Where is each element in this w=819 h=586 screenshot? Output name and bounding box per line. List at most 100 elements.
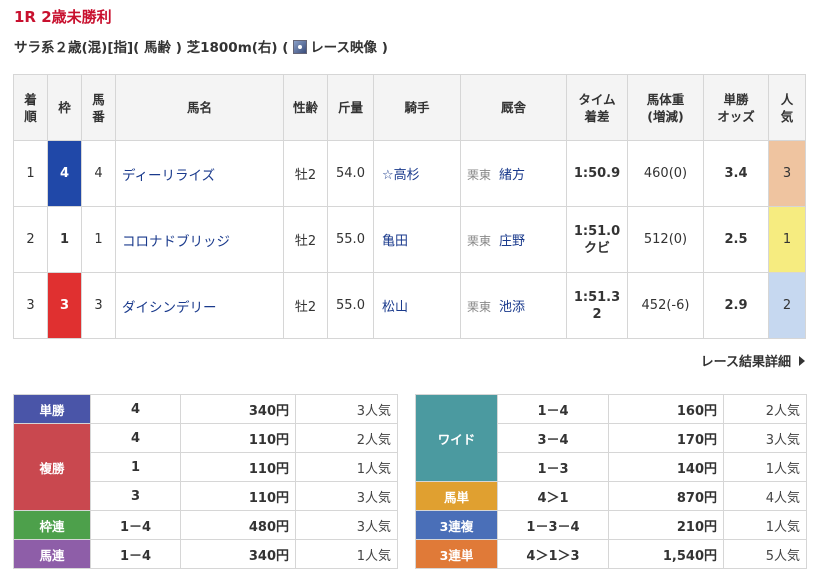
- odds-cell: 2.5: [703, 206, 769, 273]
- jockey-cell: 松山: [373, 272, 461, 339]
- odds-cell: 3.4: [703, 140, 769, 207]
- jockey-link[interactable]: 松山: [382, 300, 408, 315]
- result-row: 2 1 1 コロナドブリッジ 牡2 55.0 亀田 栗東 庄野 1:51.0 クビ 512(0) 2.5…: [13, 206, 806, 273]
- umaban-cell: 4: [81, 140, 116, 207]
- payout-popularity: 3人気: [295, 394, 398, 424]
- payout-amount: 110円: [180, 481, 296, 511]
- payout-row: 単勝 4 340円 3人気: [13, 394, 398, 424]
- result-table: 着順枠馬番馬名 性齢 斤量 騎手 厩舎 タイム 着差 馬体重 (増減) 単勝 オッズ人気 1 4 4 ディ…: [13, 74, 806, 339]
- weight-cell: 55.0: [327, 272, 374, 339]
- bet-type-label: 枠連: [13, 510, 91, 540]
- payout-amount: 160円: [608, 394, 724, 424]
- popularity-badge: 3: [769, 141, 805, 206]
- trainer-link[interactable]: 緒方: [499, 168, 525, 183]
- umaban-cell: 1: [81, 206, 116, 273]
- waku-badge: 4: [48, 141, 81, 206]
- payout-popularity: 1人気: [723, 452, 807, 482]
- payout-amount: 140円: [608, 452, 724, 482]
- result-header-cell: 着順: [13, 74, 48, 141]
- payout-combination: 1－4: [497, 394, 609, 424]
- horse-name-link[interactable]: コロナドブリッジ: [122, 234, 230, 250]
- body-weight-cell: 460(0): [627, 140, 704, 207]
- sex-age-cell: 牡2: [283, 140, 328, 207]
- result-header-cell: 馬体重 (増減): [627, 74, 704, 141]
- payout-popularity: 1人気: [295, 452, 398, 482]
- trainer-cell: 栗東 緒方: [460, 140, 567, 207]
- race-result-detail-link[interactable]: レース結果詳細: [701, 351, 805, 370]
- payout-amount: 1,540円: [608, 539, 724, 569]
- payout-combination: 4: [90, 394, 181, 424]
- payout-popularity: 3人気: [295, 510, 398, 540]
- result-header-cell: 厩舎: [460, 74, 567, 141]
- horse-name-cell: ディーリライズ: [115, 140, 284, 207]
- arrow-right-icon: [799, 356, 805, 366]
- result-header-cell: 単勝 オッズ: [703, 74, 769, 141]
- bet-type-label: 単勝: [13, 394, 91, 424]
- result-header-cell: 性齢: [283, 74, 328, 141]
- payout-combination: 3－4: [497, 423, 609, 453]
- sex-age-cell: 牡2: [283, 206, 328, 273]
- payout-amount: 340円: [180, 539, 296, 569]
- result-header-cell: 枠: [47, 74, 82, 141]
- payout-amount: 340円: [180, 394, 296, 424]
- popularity-badge: 2: [769, 273, 805, 338]
- race-info: サラ系２歳(混)[指]( 馬齢 ) 芝1800m(右) ( レース映像 ): [14, 36, 388, 56]
- result-header-cell: 馬番: [81, 74, 116, 141]
- trainer-link[interactable]: 庄野: [499, 234, 525, 249]
- result-header-cell: 騎手: [373, 74, 461, 141]
- jockey-link[interactable]: ☆高杉: [382, 168, 420, 183]
- rank-cell: 3: [13, 272, 48, 339]
- payout-row: 3連単 4＞1＞3 1,540円 5人気: [415, 539, 807, 569]
- horse-name-link[interactable]: ダイシンデリー: [122, 300, 217, 316]
- payout-table-left: 単勝 4 340円 3人気 複勝 4 110円 2人気 1 110円 1人気 3 110円 3人気 枠連 1－…: [13, 394, 398, 569]
- time-cell: 1:51.0 クビ: [566, 206, 628, 273]
- payout-amount: 170円: [608, 423, 724, 453]
- payout-combination: 1－3: [497, 452, 609, 482]
- payout-amount: 110円: [180, 423, 296, 453]
- payout-popularity: 2人気: [723, 394, 807, 424]
- result-header-cell: 人気: [768, 74, 806, 141]
- race-info-close: ): [381, 40, 388, 56]
- result-header-cell: タイム 着差: [566, 74, 628, 141]
- trainer-area: 栗東: [467, 234, 492, 248]
- payout-amount: 110円: [180, 452, 296, 482]
- payout-combination: 4＞1: [497, 481, 609, 511]
- payout-amount: 480円: [180, 510, 296, 540]
- jockey-cell: ☆高杉: [373, 140, 461, 207]
- payout-row: 3連複 1－3－4 210円 1人気: [415, 510, 807, 540]
- payout-table-right: ワイド 1－4 160円 2人気 3－4 170円 3人気 1－3 140円 1人気 馬単 4＞1 87…: [415, 394, 807, 569]
- payout-popularity: 3人気: [723, 423, 807, 453]
- payout-popularity: 2人気: [295, 423, 398, 453]
- horse-name-link[interactable]: ディーリライズ: [122, 168, 215, 184]
- payout-combination: 4＞1＞3: [497, 539, 609, 569]
- payout-combination: 1－3－4: [497, 510, 609, 540]
- race-result-detail-label: レース結果詳細: [700, 355, 791, 370]
- rank-cell: 1: [13, 140, 48, 207]
- waku-cell: 3: [47, 272, 82, 339]
- payout-amount: 210円: [608, 510, 724, 540]
- body-weight-cell: 512(0): [627, 206, 704, 273]
- bet-type-label: 馬単: [415, 481, 498, 511]
- horse-name-cell: コロナドブリッジ: [115, 206, 284, 273]
- payout-row: 複勝 4 110円 2人気: [13, 423, 398, 511]
- weight-cell: 55.0: [327, 206, 374, 273]
- popularity-cell: 2: [768, 272, 806, 339]
- waku-cell: 4: [47, 140, 82, 207]
- payout-row: 枠連 1－4 480円 3人気: [13, 510, 398, 540]
- payout-popularity: 1人気: [723, 510, 807, 540]
- result-header-cell: 斤量: [327, 74, 374, 141]
- waku-badge: 1: [48, 207, 81, 272]
- bet-type-label: 3連複: [415, 510, 498, 540]
- payout-popularity: 3人気: [295, 481, 398, 511]
- video-icon: [293, 40, 308, 54]
- odds-cell: 2.9: [703, 272, 769, 339]
- trainer-link[interactable]: 池添: [499, 300, 525, 315]
- sex-age-cell: 牡2: [283, 272, 328, 339]
- jockey-link[interactable]: 亀田: [382, 234, 408, 249]
- payout-combination: 3: [90, 481, 181, 511]
- popularity-cell: 3: [768, 140, 806, 207]
- payout-combination: 4: [90, 423, 181, 453]
- trainer-area: 栗東: [467, 168, 492, 182]
- trainer-cell: 栗東 庄野: [460, 206, 567, 273]
- race-video-link[interactable]: レース映像: [293, 40, 382, 56]
